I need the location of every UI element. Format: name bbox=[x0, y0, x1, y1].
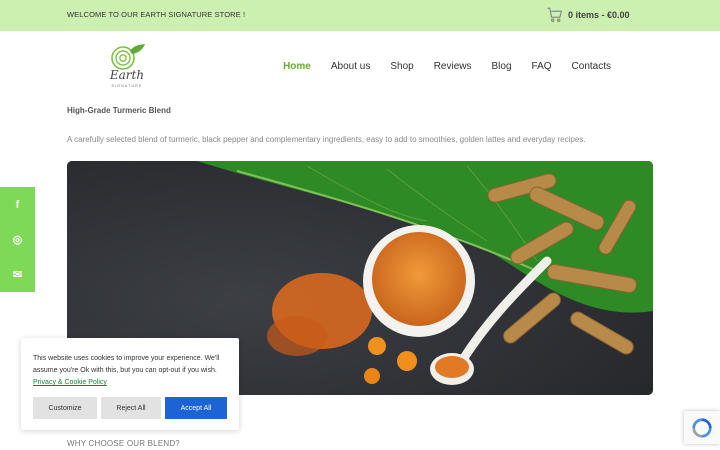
nav-about-us[interactable]: About us bbox=[331, 61, 370, 72]
logo-text: Earth bbox=[109, 68, 145, 82]
nav-faq[interactable]: FAQ bbox=[532, 61, 552, 72]
welcome-message: WELCOME TO OUR EARTH SIGNATURE STORE ! bbox=[67, 10, 246, 19]
cart-summary: 0 items - €0.00 bbox=[568, 10, 630, 20]
cookie-message-text: This website uses cookies to improve you… bbox=[33, 355, 220, 374]
cookie-banner: This website uses cookies to improve you… bbox=[21, 338, 239, 430]
nav-blog[interactable]: Blog bbox=[492, 61, 512, 72]
site-logo[interactable]: Earth SIGNATURE bbox=[99, 42, 155, 92]
main-nav: Home About us Shop Reviews Blog FAQ Cont… bbox=[283, 61, 611, 72]
instagram-icon: ◎ bbox=[12, 234, 23, 246]
email-link[interactable]: ✉ bbox=[0, 257, 35, 292]
social-sidebar: f ◎ ✉ bbox=[0, 187, 35, 292]
product-description: A carefully selected blend of turmeric, … bbox=[67, 135, 586, 144]
customize-button[interactable]: Customize bbox=[33, 397, 97, 419]
product-title: High-Grade Turmeric Blend bbox=[67, 106, 171, 115]
facebook-link[interactable]: f bbox=[0, 187, 35, 222]
cart-link[interactable]: 0 items - €0.00 bbox=[546, 6, 630, 24]
nav-shop[interactable]: Shop bbox=[390, 61, 413, 72]
privacy-policy-link[interactable]: Privacy & Cookie Policy bbox=[33, 379, 107, 386]
cookie-message: This website uses cookies to improve you… bbox=[33, 353, 229, 389]
nav-reviews[interactable]: Reviews bbox=[434, 61, 472, 72]
nav-contacts[interactable]: Contacts bbox=[572, 61, 611, 72]
facebook-icon: f bbox=[15, 198, 20, 211]
accept-all-button[interactable]: Accept All bbox=[165, 397, 227, 419]
nav-home[interactable]: Home bbox=[283, 61, 311, 72]
instagram-link[interactable]: ◎ bbox=[0, 222, 35, 257]
email-icon: ✉ bbox=[12, 269, 23, 281]
top-bar: WELCOME TO OUR EARTH SIGNATURE STORE ! 0… bbox=[0, 0, 720, 31]
reject-all-button[interactable]: Reject All bbox=[101, 397, 161, 419]
cart-icon bbox=[547, 7, 563, 22]
recaptcha-badge[interactable] bbox=[684, 411, 720, 444]
section-heading: WHY CHOOSE OUR BLEND? bbox=[67, 439, 180, 448]
recaptcha-icon bbox=[692, 417, 712, 438]
logo-subtext: SIGNATURE bbox=[111, 84, 143, 88]
